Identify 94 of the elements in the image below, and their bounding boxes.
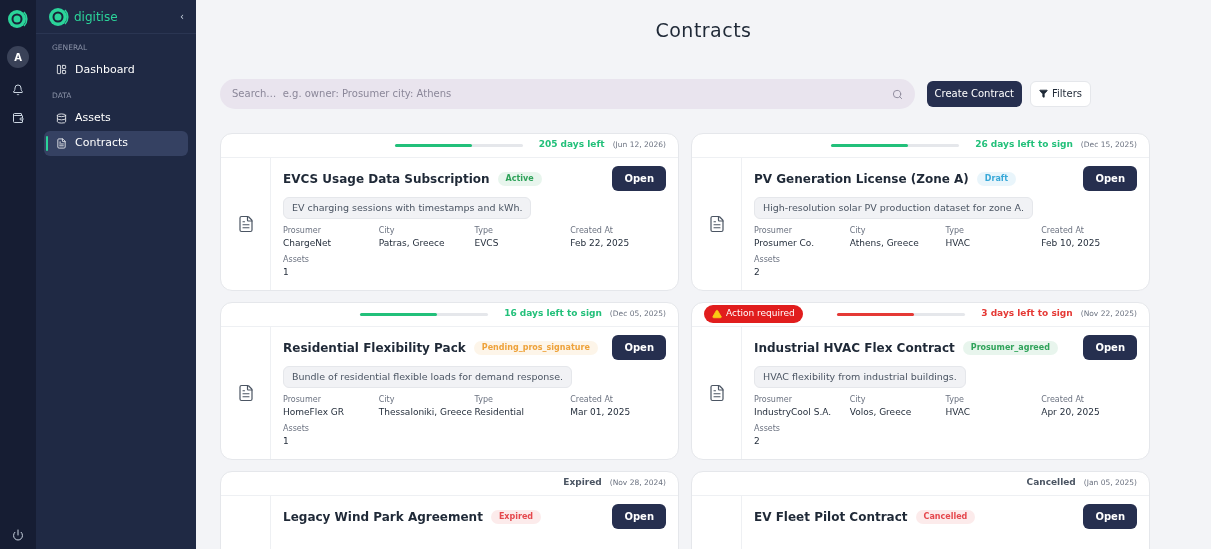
field-label: City — [378, 224, 396, 237]
field-value: Thessaloniki, Greece — [378, 405, 474, 419]
field-value: ChargeNet — [283, 236, 333, 250]
database-icon — [56, 112, 67, 124]
status-badge: Pending_pros_signature — [473, 340, 598, 355]
field-value: Prosumer Co. — [754, 236, 816, 250]
contract-title: Legacy Wind Park Agreement — [283, 508, 483, 526]
status-badge: Prosumer_agreed — [962, 340, 1058, 355]
document-icon — [56, 137, 67, 149]
contract-title: Residential Flexibility Pack — [283, 339, 466, 357]
field-value: HVAC — [945, 236, 972, 250]
field-label: Type — [474, 393, 494, 406]
document-icon — [707, 383, 726, 402]
field-value: Volos, Greece — [849, 405, 913, 419]
field-label: Prosumer — [283, 393, 322, 406]
field-label: Created At — [570, 393, 614, 406]
field-label: City — [378, 393, 396, 406]
field-label: Type — [945, 393, 965, 406]
field-value: EVCS — [474, 236, 500, 250]
document-icon — [707, 214, 726, 233]
field-value: 2 — [754, 266, 761, 280]
field-label: Prosumer — [754, 224, 793, 237]
status-badge: Draft — [976, 171, 1017, 186]
field-label: Created At — [1041, 224, 1085, 237]
field-label: Assets — [283, 254, 311, 267]
contract-title: Industrial HVAC Flex Contract — [754, 339, 955, 357]
nav-item[interactable]: Contracts — [44, 130, 188, 156]
open-button[interactable]: Open — [612, 334, 666, 360]
nav-item[interactable]: Dashboard — [44, 57, 188, 83]
field-value: 2 — [754, 435, 761, 449]
contract-description: Bundle of residential flexible loads for demand response. — [283, 365, 573, 388]
field-label: Assets — [754, 254, 782, 267]
create-contract-button[interactable]: Create Contract — [926, 80, 1022, 107]
action-required-badge: Action required — [704, 305, 803, 323]
bell-icon[interactable] — [12, 84, 24, 96]
wallet-icon[interactable] — [12, 112, 24, 124]
contract-title: EV Fleet Pilot Contract — [754, 508, 908, 526]
field-value: Athens, Greece — [849, 236, 920, 250]
field-label: City — [849, 224, 867, 237]
contract-description: EV charging sessions with timestamps and kWh. — [283, 196, 532, 219]
user-avatar[interactable]: A — [7, 46, 29, 68]
field-value: 1 — [283, 266, 290, 280]
power-icon[interactable] — [12, 529, 24, 541]
open-button[interactable]: Open — [1083, 334, 1137, 360]
field-label: Assets — [754, 423, 782, 436]
field-label: Assets — [283, 423, 311, 436]
deadline-label: 3 days left to sign — [981, 307, 1073, 321]
search-icon — [891, 88, 903, 100]
page-title: Contracts — [654, 18, 753, 43]
field-value: Patras, Greece — [378, 236, 446, 250]
open-button[interactable]: Open — [612, 165, 666, 191]
field-label: Created At — [1041, 393, 1085, 406]
dashboard-icon — [56, 64, 67, 76]
field-value: 1 — [283, 435, 290, 449]
document-icon — [236, 214, 255, 233]
brand-logo-icon — [48, 5, 70, 28]
field-label: Created At — [570, 224, 614, 237]
warning-icon — [712, 309, 722, 319]
contract-description: High-resolution solar PV production dataset for zone A. — [754, 196, 1033, 219]
logo-icon — [7, 8, 29, 30]
contract-description: HVAC flexibility from industrial buildings. — [754, 365, 966, 388]
document-icon — [236, 383, 255, 402]
contract-title: PV Generation License (Zone A) — [754, 170, 969, 188]
field-label: City — [849, 393, 867, 406]
search-field[interactable]: Search… e.g. owner: Prosumer city: Athens — [220, 78, 915, 109]
field-value: Feb 22, 2025 — [570, 236, 631, 250]
field-label: Prosumer — [754, 393, 793, 406]
brand-name: digitise — [74, 8, 119, 26]
deadline-label: 205 days left — [538, 138, 605, 152]
collapse-button[interactable]: ‹ — [180, 9, 184, 24]
field-value: Residential — [474, 405, 526, 419]
filters-button[interactable]: Filters — [1030, 80, 1091, 107]
deadline-label: 16 days left to sign — [504, 307, 602, 321]
open-button[interactable]: Open — [1083, 165, 1137, 191]
field-value: IndustryCool S.A. — [754, 405, 833, 419]
deadline-label: Cancelled — [1026, 476, 1076, 490]
field-value: Mar 01, 2025 — [570, 405, 632, 419]
field-value: Apr 20, 2025 — [1041, 405, 1101, 419]
field-label: Type — [945, 224, 965, 237]
status-badge: Expired — [490, 509, 542, 524]
deadline-label: Expired — [563, 476, 602, 490]
status-badge: Active — [497, 171, 542, 186]
open-button[interactable]: Open — [1083, 503, 1137, 529]
field-value: HomeFlex GR — [283, 405, 346, 419]
status-badge: Cancelled — [915, 509, 976, 524]
field-value: HVAC — [945, 405, 972, 419]
field-label: Prosumer — [283, 224, 322, 237]
contract-title: EVCS Usage Data Subscription — [283, 170, 490, 188]
nav-item[interactable]: Assets — [44, 105, 188, 131]
field-value: Feb 10, 2025 — [1041, 236, 1102, 250]
filter-icon — [1039, 89, 1048, 98]
field-label: Type — [474, 224, 494, 237]
deadline-label: 26 days left to sign — [975, 138, 1073, 152]
open-button[interactable]: Open — [612, 503, 666, 529]
